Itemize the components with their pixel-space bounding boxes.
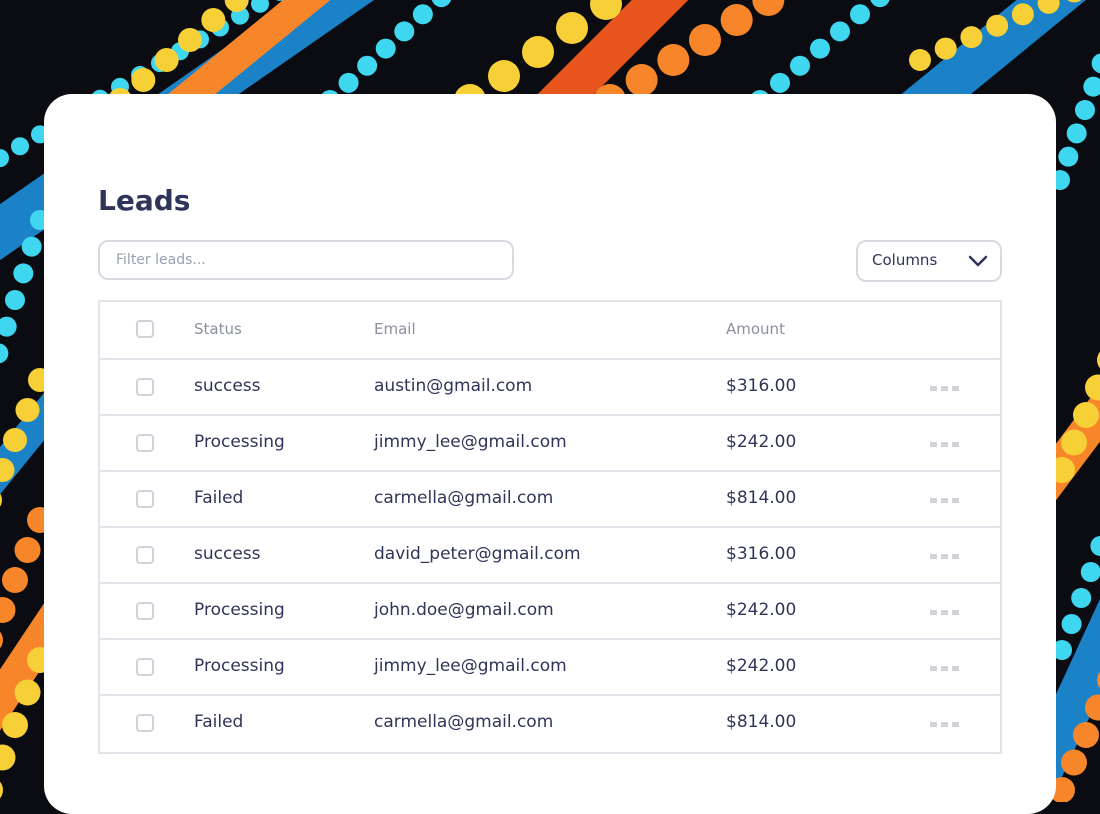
amount-cell: $814.00 bbox=[726, 712, 797, 732]
table-row: success austin@gmail.com $316.00 bbox=[100, 360, 1000, 416]
amount-cell: $242.00 bbox=[726, 432, 797, 452]
amount-cell: $814.00 bbox=[726, 488, 797, 508]
email-cell: david_peter@gmail.com bbox=[374, 544, 581, 564]
more-horizontal-icon[interactable] bbox=[930, 606, 960, 618]
header-email[interactable]: Email bbox=[374, 320, 416, 338]
row-checkbox[interactable] bbox=[136, 490, 154, 508]
email-cell: carmella@gmail.com bbox=[374, 712, 554, 732]
status-cell: Processing bbox=[194, 432, 285, 452]
filter-leads-input[interactable] bbox=[98, 240, 514, 280]
header-amount[interactable]: Amount bbox=[726, 320, 785, 338]
table-row: Failed carmella@gmail.com $814.00 bbox=[100, 696, 1000, 752]
leads-card: Leads Columns Status Email Amount succes… bbox=[44, 94, 1056, 814]
status-cell: Failed bbox=[194, 488, 244, 508]
status-cell: success bbox=[194, 376, 261, 396]
table-row: Processing jimmy_lee@gmail.com $242.00 bbox=[100, 640, 1000, 696]
chevron-down-icon bbox=[968, 255, 988, 267]
page-title: Leads bbox=[98, 184, 191, 217]
row-checkbox[interactable] bbox=[136, 658, 154, 676]
row-checkbox[interactable] bbox=[136, 546, 154, 564]
email-cell: jimmy_lee@gmail.com bbox=[374, 656, 567, 676]
status-cell: Processing bbox=[194, 600, 285, 620]
more-horizontal-icon[interactable] bbox=[930, 438, 960, 450]
table-row: success david_peter@gmail.com $316.00 bbox=[100, 528, 1000, 584]
email-cell: john.doe@gmail.com bbox=[374, 600, 554, 620]
email-cell: carmella@gmail.com bbox=[374, 488, 554, 508]
select-all-checkbox[interactable] bbox=[136, 320, 154, 338]
table-row: Processing jimmy_lee@gmail.com $242.00 bbox=[100, 416, 1000, 472]
row-checkbox[interactable] bbox=[136, 434, 154, 452]
table-row: Processing john.doe@gmail.com $242.00 bbox=[100, 584, 1000, 640]
more-horizontal-icon[interactable] bbox=[930, 718, 960, 730]
leads-table: Status Email Amount success austin@gmail… bbox=[98, 300, 1002, 754]
amount-cell: $242.00 bbox=[726, 656, 797, 676]
amount-cell: $316.00 bbox=[726, 544, 797, 564]
amount-cell: $242.00 bbox=[726, 600, 797, 620]
row-checkbox[interactable] bbox=[136, 602, 154, 620]
more-horizontal-icon[interactable] bbox=[930, 382, 960, 394]
more-horizontal-icon[interactable] bbox=[930, 550, 960, 562]
row-checkbox[interactable] bbox=[136, 378, 154, 396]
row-checkbox[interactable] bbox=[136, 714, 154, 732]
table-header-row: Status Email Amount bbox=[100, 302, 1000, 360]
table-row: Failed carmella@gmail.com $814.00 bbox=[100, 472, 1000, 528]
status-cell: success bbox=[194, 544, 261, 564]
columns-button-label: Columns bbox=[872, 251, 938, 269]
more-horizontal-icon[interactable] bbox=[930, 662, 960, 674]
more-horizontal-icon[interactable] bbox=[930, 494, 960, 506]
status-cell: Failed bbox=[194, 712, 244, 732]
email-cell: austin@gmail.com bbox=[374, 376, 533, 396]
email-cell: jimmy_lee@gmail.com bbox=[374, 432, 567, 452]
status-cell: Processing bbox=[194, 656, 285, 676]
header-status[interactable]: Status bbox=[194, 320, 242, 338]
amount-cell: $316.00 bbox=[726, 376, 797, 396]
columns-dropdown-button[interactable]: Columns bbox=[856, 240, 1002, 282]
